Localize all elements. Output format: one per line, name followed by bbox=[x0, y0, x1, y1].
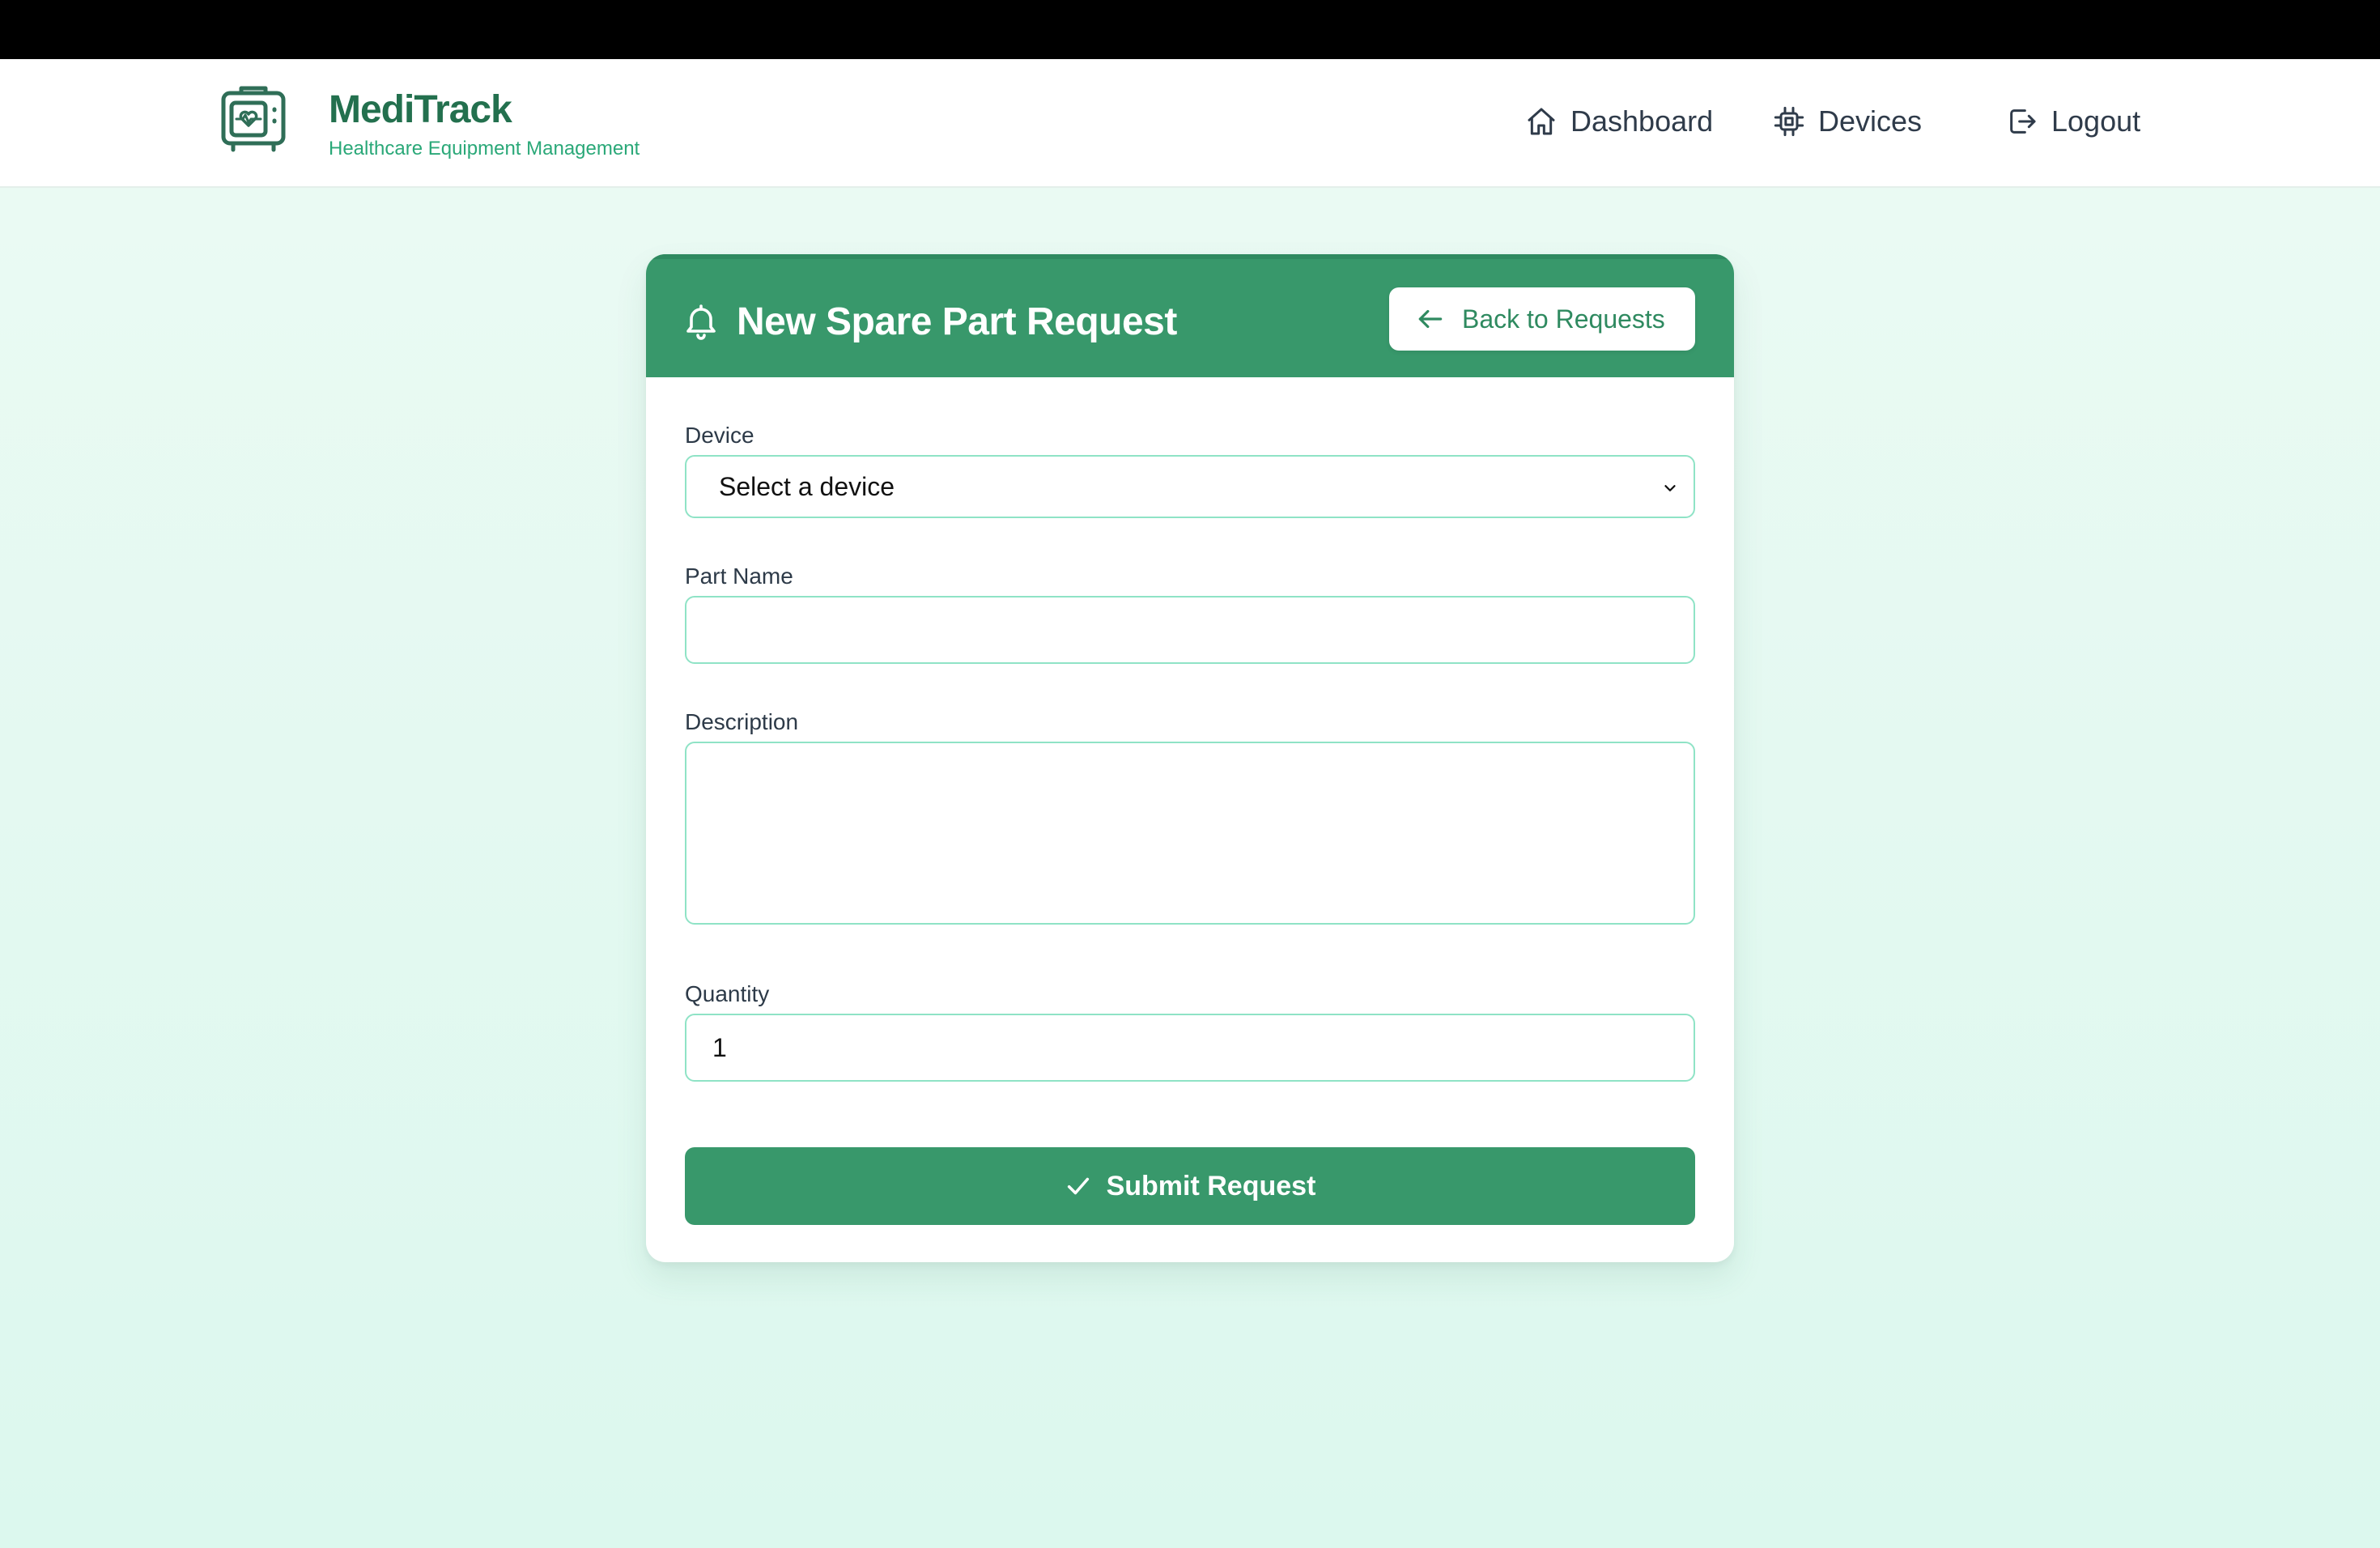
nav-logout[interactable]: Logout bbox=[2006, 103, 2140, 140]
system-top-bar bbox=[0, 0, 2380, 59]
app-header: MediTrack Healthcare Equipment Managemen… bbox=[0, 59, 2380, 188]
bell-icon bbox=[686, 304, 716, 340]
chip-icon bbox=[1774, 106, 1804, 137]
submit-request-button[interactable]: Submit Request bbox=[685, 1147, 1695, 1225]
back-to-requests-label: Back to Requests bbox=[1462, 304, 1665, 334]
quantity-input[interactable]: 1 bbox=[685, 1014, 1695, 1082]
check-icon bbox=[1067, 1177, 1089, 1195]
description-textarea[interactable] bbox=[685, 742, 1695, 925]
quantity-label: Quantity bbox=[685, 981, 770, 1006]
back-to-requests-button[interactable]: Back to Requests bbox=[1389, 287, 1695, 351]
part-name-label: Part Name bbox=[685, 563, 793, 589]
nav-devices-label: Devices bbox=[1818, 104, 1923, 138]
nav-dashboard-label: Dashboard bbox=[1570, 104, 1714, 138]
chevron-down-icon bbox=[1664, 485, 1676, 491]
nav-dashboard[interactable]: Dashboard bbox=[1525, 103, 1713, 140]
app-name: MediTrack bbox=[329, 88, 512, 131]
app-tagline: Healthcare Equipment Management bbox=[329, 138, 640, 159]
part-name-input[interactable] bbox=[685, 596, 1695, 664]
nav-devices[interactable]: Devices bbox=[1773, 103, 1922, 140]
home-icon bbox=[1528, 108, 1555, 135]
logout-icon bbox=[2010, 109, 2036, 134]
spare-part-request-card: New Spare Part Request Back to Requests … bbox=[646, 254, 1734, 1262]
arrow-left-icon bbox=[1418, 309, 1443, 329]
form-title: New Spare Part Request bbox=[737, 300, 1177, 343]
device-select[interactable]: Select a device bbox=[685, 455, 1695, 518]
description-label: Description bbox=[685, 709, 799, 734]
device-select-value: Select a device bbox=[719, 471, 895, 501]
card-header: New Spare Part Request Back to Requests bbox=[646, 254, 1734, 377]
submit-request-label: Submit Request bbox=[1106, 1170, 1316, 1201]
nav-logout-label: Logout bbox=[2051, 104, 2141, 138]
medical-monitor-icon bbox=[221, 86, 286, 152]
device-label: Device bbox=[685, 423, 754, 448]
quantity-value: 1 bbox=[712, 1032, 727, 1062]
